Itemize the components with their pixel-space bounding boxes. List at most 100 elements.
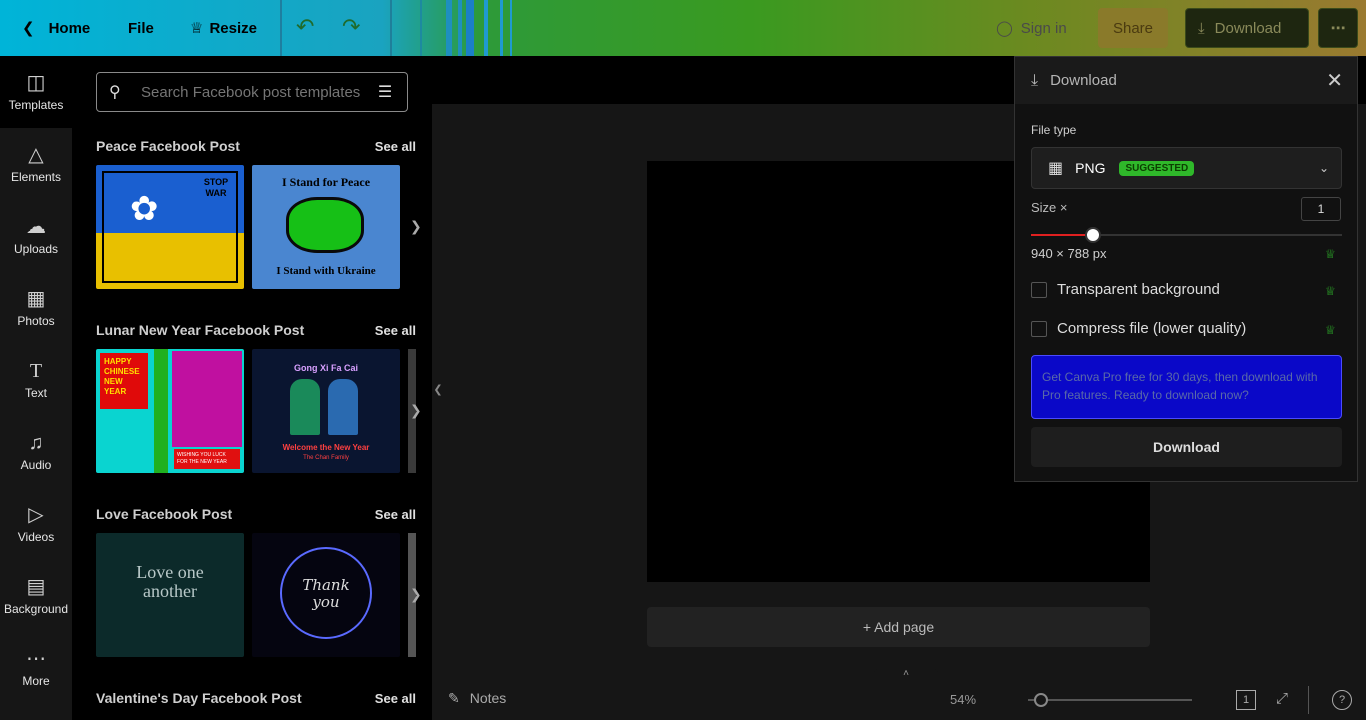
sidebar-item-text[interactable]: T Text [0, 344, 72, 416]
chevron-left-icon: ❮ [433, 383, 443, 396]
figure-illustration [328, 379, 358, 435]
download-top-label: Download [1214, 19, 1282, 37]
sidebar-item-background[interactable]: ▤ Background [0, 560, 72, 632]
background-icon: ▤ [26, 576, 46, 598]
pro-trial-banner[interactable]: Get Canva Pro free for 30 days, then dow… [1031, 355, 1342, 419]
notes-label: Notes [469, 690, 507, 706]
template-thumbnail[interactable]: HAPPY CHINESE NEW YEAR WISHING YOU LUCK … [96, 349, 244, 473]
file-type-value: PNG [1075, 160, 1106, 176]
notes-button[interactable]: ✎ Notes [448, 690, 506, 707]
sign-in-button[interactable]: ◯ Sign in [996, 8, 1067, 48]
download-icon: ⤓ [1031, 71, 1039, 89]
suggested-badge: SUGGESTED [1119, 160, 1195, 176]
dimensions-readout: 940 × 788 px [1031, 246, 1107, 261]
photo-icon: ▦ [26, 288, 46, 310]
side-nav: ◫ Templates △ Elements ☁ Uploads ▦ Photo… [0, 56, 72, 720]
sidebar-item-templates[interactable]: ◫ Templates [0, 56, 72, 128]
search-input[interactable] [141, 83, 373, 101]
help-icon[interactable]: ? [1332, 690, 1352, 710]
share-button[interactable]: Share [1098, 8, 1168, 48]
template-thumbnail[interactable]: ✿ STOP WAR [96, 165, 244, 289]
thumbnail-text: I Stand with Ukraine [276, 265, 376, 277]
file-type-select[interactable]: ▦ PNG SUGGESTED ⌄ [1031, 147, 1342, 189]
add-page-button[interactable]: + Add page [647, 607, 1150, 647]
thumbnail-illustration [172, 351, 242, 447]
thumbnail-text: WISHING YOU LUCK FOR THE NEW YEAR [174, 449, 240, 469]
see-all-link[interactable]: See all [375, 507, 416, 522]
template-thumbnail[interactable]: Thank you [252, 533, 400, 657]
see-all-link[interactable]: See all [375, 691, 416, 706]
see-all-link[interactable]: See all [375, 139, 416, 154]
home-button[interactable]: ❮ Home [14, 8, 100, 48]
template-thumbnail[interactable]: Gong Xi Fa Cai Welcome the New Year The … [252, 349, 400, 473]
sidebar-item-elements[interactable]: △ Elements [0, 128, 72, 200]
section-title: Valentine's Day Facebook Post [96, 690, 302, 706]
divider [446, 0, 452, 56]
download-panel: ⤓ Download ✕ File type ▦ PNG SUGGESTED ⌄… [1014, 56, 1358, 482]
template-thumbnail[interactable]: I Stand for Peace I Stand with Ukraine [252, 165, 400, 289]
size-slider[interactable] [1031, 234, 1342, 236]
divider [1308, 686, 1309, 714]
sidebar-item-photos[interactable]: ▦ Photos [0, 272, 72, 344]
close-icon[interactable]: ✕ [1326, 68, 1343, 93]
zoom-slider[interactable] [1028, 699, 1192, 701]
crown-icon: ♕ [1325, 247, 1336, 261]
notes-icon: ✎ [448, 690, 460, 706]
file-type-label: File type [1031, 123, 1077, 137]
compress-file-option[interactable]: Compress file (lower quality) [1031, 320, 1246, 337]
fullscreen-icon[interactable]: ⤢ [1276, 690, 1288, 707]
divider [280, 0, 282, 56]
sidebar-item-more[interactable]: ⋯ More [0, 632, 72, 704]
download-panel-header: ⤓ Download ✕ [1015, 57, 1357, 104]
template-search[interactable]: ⚲ ☰ [96, 72, 408, 112]
section-title: Lunar New Year Facebook Post [96, 322, 305, 338]
crown-icon: ♕ [190, 20, 204, 37]
divider [420, 0, 422, 56]
sidebar-item-audio[interactable]: ♫ Audio [0, 416, 72, 488]
undo-icon[interactable]: ↶ [296, 14, 314, 40]
download-top-button[interactable]: ⤓ Download [1185, 8, 1309, 48]
download-button[interactable]: Download [1031, 427, 1342, 467]
see-all-link[interactable]: See all [375, 323, 416, 338]
size-input[interactable]: 1 [1301, 197, 1341, 221]
figure-illustration [290, 379, 320, 435]
sidebar-item-uploads[interactable]: ☁ Uploads [0, 200, 72, 272]
chevron-left-icon: ❮ [22, 20, 35, 37]
size-label: Size × [1031, 200, 1068, 215]
resize-button[interactable]: ♕ Resize [190, 8, 257, 48]
zoom-level[interactable]: 54% [950, 692, 976, 707]
divider [510, 0, 512, 56]
more-options-button[interactable]: ⋯ [1318, 8, 1358, 48]
crown-icon: ♕ [1325, 323, 1336, 337]
collapse-panel-handle[interactable]: ❮ [432, 346, 444, 432]
divider [500, 0, 503, 56]
chevron-right-icon[interactable]: ❯ [410, 402, 422, 419]
globe-illustration [286, 197, 364, 253]
music-icon: ♫ [28, 432, 44, 454]
top-bar: ❮ Home File ♕ Resize ↶ ↷ ◯ Sign in Share… [0, 0, 1366, 56]
transparent-background-label: Transparent background [1057, 281, 1220, 298]
chevron-up-icon[interactable]: ˄ [872, 668, 940, 680]
crown-icon: ♕ [1325, 284, 1336, 298]
template-thumbnail[interactable]: Love one another [96, 533, 244, 657]
image-icon: ▦ [1048, 160, 1064, 177]
user-icon: ◯ [996, 20, 1013, 37]
templates-icon: ◫ [26, 72, 46, 94]
chevron-right-icon[interactable]: ❯ [410, 586, 422, 603]
transparent-background-checkbox[interactable] [1031, 281, 1047, 298]
zoom-slider-handle[interactable] [1034, 693, 1048, 707]
transparent-background-option[interactable]: Transparent background [1031, 281, 1220, 298]
size-slider-handle[interactable] [1085, 227, 1102, 243]
templates-panel: ⚲ ☰ Peace Facebook Post See all ✿ STOP W… [72, 56, 432, 720]
page-count-button[interactable]: 1 [1236, 690, 1256, 710]
compress-file-checkbox[interactable] [1031, 320, 1047, 337]
redo-icon[interactable]: ↷ [342, 14, 360, 40]
sign-in-label: Sign in [1020, 19, 1067, 37]
sidebar-item-videos[interactable]: ▷ Videos [0, 488, 72, 560]
text-icon: T [29, 360, 43, 382]
file-menu-button[interactable]: File [128, 8, 154, 48]
filter-icon[interactable]: ☰ [373, 82, 397, 102]
chevron-down-icon: ⌄ [1318, 161, 1329, 175]
chevron-right-icon[interactable]: ❯ [410, 218, 422, 235]
thumbnail-text: STOP WAR [203, 177, 229, 198]
